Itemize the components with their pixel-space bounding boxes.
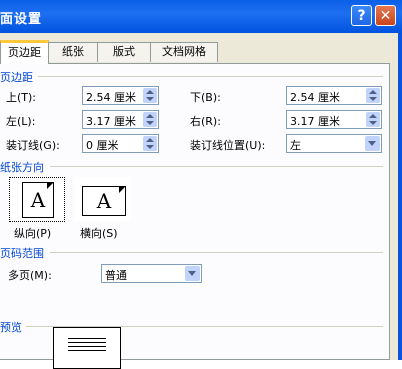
arrow-down-icon — [369, 97, 377, 101]
arrow-down-icon — [146, 121, 154, 125]
spin-arrows[interactable] — [143, 88, 157, 103]
gutter-position-label: 装订线位置(U): — [190, 139, 266, 152]
portrait-label[interactable]: 纵向(P) — [14, 225, 51, 241]
margins-pane: 页边距 上(T): 2.54 厘米 下(B): 2.54 厘米 左(L): 3.… — [0, 63, 390, 360]
bottom-margin-spinner[interactable]: 2.54 厘米 — [286, 86, 382, 105]
preview-text-line — [68, 342, 106, 343]
chevron-down-icon — [188, 271, 196, 276]
top-margin-value: 2.54 厘米 — [86, 91, 136, 104]
arrow-up-icon — [146, 90, 154, 94]
tab-margins[interactable]: 页边距 — [0, 40, 49, 64]
gutter-value: 0 厘米 — [86, 139, 119, 152]
multiple-pages-select[interactable]: 普通 — [101, 264, 202, 283]
spin-arrows[interactable] — [143, 136, 157, 151]
bottom-margin-value: 2.54 厘米 — [290, 91, 340, 104]
spin-arrows[interactable] — [366, 88, 380, 103]
section-pages: 页码范围 — [0, 247, 44, 260]
arrow-up-icon — [146, 138, 154, 142]
page-letter: A — [30, 188, 46, 212]
spin-arrows[interactable] — [366, 112, 380, 127]
page-letter: A — [96, 189, 112, 213]
left-margin-spinner[interactable]: 3.17 厘米 — [82, 110, 159, 129]
gutter-label: 装订线(G): — [6, 139, 60, 152]
section-orientation: 纸张方向 — [0, 161, 44, 174]
section-divider — [50, 252, 383, 253]
arrow-up-icon — [369, 90, 377, 94]
spin-arrows[interactable] — [143, 112, 157, 127]
gutter-position-value: 左 — [290, 139, 301, 152]
top-margin-label: 上(T): — [6, 91, 37, 104]
section-divider — [50, 166, 383, 167]
preview-text-line — [68, 338, 106, 339]
page-fold-icon — [119, 186, 126, 193]
multiple-pages-value: 普通 — [105, 269, 127, 282]
arrow-up-icon — [369, 114, 377, 118]
arrow-down-icon — [146, 145, 154, 149]
close-button[interactable]: ✕ — [375, 5, 396, 26]
arrow-up-icon — [146, 114, 154, 118]
arrow-down-icon — [369, 121, 377, 125]
page-fold-icon — [47, 182, 54, 189]
dialog-body: 页边距 纸张 版式 文档网格 页边距 上(T): 2.54 厘米 下(B): 2… — [0, 33, 402, 360]
left-margin-label: 左(L): — [6, 115, 36, 128]
title-bar: 面设置 ? ✕ — [0, 0, 402, 33]
dropdown-button[interactable] — [185, 266, 200, 281]
preview-text-line — [68, 350, 106, 351]
section-divider — [38, 76, 383, 77]
portrait-page-icon: A — [22, 182, 54, 218]
tab-layout[interactable]: 版式 — [97, 42, 151, 62]
gutter-position-select[interactable]: 左 — [286, 134, 382, 153]
preview-page — [53, 327, 121, 369]
gutter-spinner[interactable]: 0 厘米 — [82, 134, 159, 153]
help-button[interactable]: ? — [351, 5, 372, 26]
tab-doc-grid[interactable]: 文档网格 — [150, 42, 218, 62]
multiple-pages-label: 多页(M): — [8, 269, 52, 282]
tab-paper[interactable]: 纸张 — [48, 42, 98, 62]
right-margin-spinner[interactable]: 3.17 厘米 — [286, 110, 382, 129]
preview-text-line — [68, 346, 106, 347]
portrait-option[interactable]: A — [9, 177, 65, 222]
chevron-down-icon — [368, 141, 376, 146]
dropdown-button[interactable] — [365, 136, 380, 151]
section-preview: 预览 — [0, 321, 22, 334]
landscape-option[interactable]: A — [75, 177, 131, 222]
left-margin-value: 3.17 厘米 — [86, 115, 136, 128]
bottom-margin-label: 下(B): — [190, 91, 221, 104]
section-margins: 页边距 — [0, 71, 33, 84]
right-margin-value: 3.17 厘米 — [290, 115, 340, 128]
landscape-page-icon: A — [82, 186, 126, 216]
landscape-label[interactable]: 横向(S) — [80, 225, 118, 241]
arrow-down-icon — [146, 97, 154, 101]
right-margin-label: 右(R): — [190, 115, 221, 128]
top-margin-spinner[interactable]: 2.54 厘米 — [82, 86, 159, 105]
window-title: 面设置 — [0, 12, 43, 27]
